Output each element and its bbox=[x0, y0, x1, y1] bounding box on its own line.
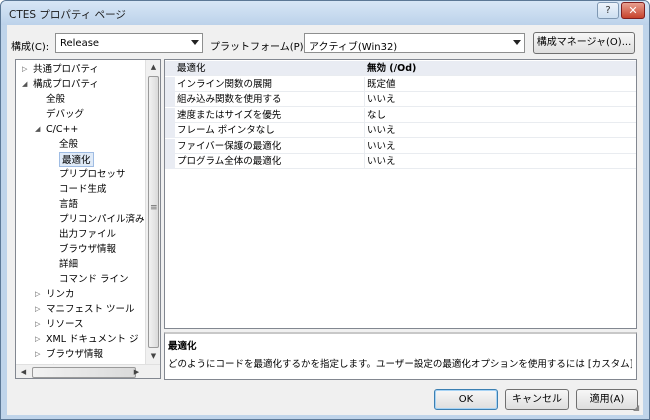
row-gutter bbox=[165, 76, 175, 92]
dialog-client-area: 構成(C): Release プラットフォーム(P): アクティブ(Win32)… bbox=[7, 25, 643, 415]
tree-expander-icon[interactable]: ▷ bbox=[35, 335, 40, 343]
apply-button[interactable]: 適用(A) bbox=[576, 389, 638, 410]
tree-item[interactable]: C/C++ bbox=[46, 122, 78, 137]
tree-item[interactable]: XML ドキュメント ジ bbox=[46, 332, 139, 347]
column-divider[interactable] bbox=[364, 61, 365, 76]
column-divider[interactable] bbox=[364, 138, 365, 154]
scroll-left-icon[interactable]: ◀ bbox=[16, 365, 31, 378]
tree-expander-icon[interactable]: ◢ bbox=[35, 125, 40, 133]
row-gutter bbox=[165, 154, 175, 169]
tree-item[interactable]: デバッグ bbox=[46, 107, 84, 122]
scroll-up-icon[interactable]: ▲ bbox=[146, 60, 160, 75]
window-title: CTES プロパティ ページ bbox=[9, 9, 126, 21]
tree-item[interactable]: リンカ bbox=[46, 287, 75, 302]
tree-item[interactable]: プリコンパイル済み bbox=[59, 212, 145, 227]
tree-item[interactable]: 構成プロパティ bbox=[33, 77, 99, 92]
property-row[interactable]: 最適化 無効 (/Od) bbox=[165, 61, 636, 76]
platform-select[interactable]: アクティブ(Win32) bbox=[304, 33, 525, 53]
tree-item[interactable]: ブラウザ情報 bbox=[46, 347, 103, 362]
tree-item[interactable]: 詳細 bbox=[59, 257, 78, 272]
cancel-button[interactable]: キャンセル bbox=[505, 389, 569, 410]
configuration-select-value: Release bbox=[60, 38, 100, 49]
property-name: 組み込み関数を使用する bbox=[177, 94, 282, 105]
property-value[interactable]: いいえ bbox=[367, 139, 396, 154]
tree-vertical-scrollbar[interactable]: ▲ ≡ ▼ bbox=[145, 60, 160, 364]
tree-item[interactable]: マニフェスト ツール bbox=[46, 302, 135, 317]
column-divider[interactable] bbox=[364, 154, 365, 169]
tree-item[interactable]: ブラウザ情報 bbox=[59, 242, 116, 257]
tree-item[interactable]: コマンド ライン bbox=[59, 272, 129, 287]
row-gutter bbox=[165, 61, 175, 76]
row-gutter bbox=[165, 138, 175, 154]
platform-label: プラットフォーム(P): bbox=[210, 42, 307, 53]
tree-item[interactable]: コード生成 bbox=[59, 182, 107, 197]
resize-grip-icon[interactable]: ◢ bbox=[633, 403, 639, 412]
property-value[interactable]: いいえ bbox=[367, 123, 396, 138]
tree-expander-icon[interactable]: ▷ bbox=[35, 320, 40, 328]
property-name: インライン関数の展開 bbox=[177, 78, 273, 90]
column-divider[interactable] bbox=[364, 123, 365, 138]
tree-expander-icon[interactable]: ▷ bbox=[35, 305, 40, 313]
tree-item[interactable]: プリプロセッサ bbox=[59, 167, 126, 182]
property-grid[interactable]: 最適化 無効 (/Od) インライン関数の展開 既定値 組み込み関数を使用する いいえ 速度… bbox=[164, 59, 637, 329]
platform-select-value: アクティブ(Win32) bbox=[309, 42, 398, 53]
tree-item[interactable]: リソース bbox=[46, 317, 84, 332]
tree-item[interactable]: 出力ファイル bbox=[59, 227, 116, 242]
description-title: 最適化 bbox=[168, 341, 197, 352]
column-divider[interactable] bbox=[364, 92, 365, 107]
property-row[interactable]: インライン関数の展開 既定値 bbox=[165, 76, 636, 92]
tree-expander-icon[interactable]: ▷ bbox=[35, 290, 40, 298]
description-text: どのようにコードを最適化するかを指定します。ユーザー設定の最適化オプションを使用… bbox=[168, 359, 632, 370]
property-name: 最適化 bbox=[177, 63, 206, 74]
tree-item[interactable]: 全般 bbox=[46, 92, 65, 107]
column-divider[interactable] bbox=[364, 107, 365, 123]
grip-icon: ≡ bbox=[150, 203, 158, 213]
property-row[interactable]: フレーム ポインタなし いいえ bbox=[165, 123, 636, 138]
property-value[interactable]: いいえ bbox=[367, 154, 396, 169]
tree-horizontal-scrollbar[interactable]: ◀ ▶ bbox=[16, 364, 160, 378]
tree-expander-icon[interactable]: ▷ bbox=[22, 65, 27, 73]
property-row[interactable]: ファイバー保護の最適化 いいえ bbox=[165, 138, 636, 154]
dialog-window: CTES プロパティ ページ ? ✕ 構成(C): Release プラットフォ… bbox=[0, 0, 650, 420]
tree-scroll-thumb[interactable]: ≡ bbox=[148, 76, 159, 348]
chevron-down-icon bbox=[513, 40, 521, 45]
property-name: フレーム ポインタなし bbox=[177, 125, 275, 136]
property-row[interactable]: 速度またはサイズを優先 なし bbox=[165, 107, 636, 123]
configuration-label: 構成(C): bbox=[11, 42, 50, 53]
column-divider[interactable] bbox=[364, 76, 365, 92]
tree-expander-icon[interactable]: ◢ bbox=[22, 80, 27, 88]
row-gutter bbox=[165, 107, 175, 123]
scroll-down-icon[interactable]: ▼ bbox=[146, 349, 160, 364]
row-gutter bbox=[165, 123, 175, 138]
configuration-select[interactable]: Release bbox=[55, 33, 203, 53]
scroll-right-icon[interactable]: ▶ bbox=[129, 365, 144, 378]
description-pane: 最適化 どのようにコードを最適化するかを指定します。ユーザー設定の最適化オプショ… bbox=[164, 332, 637, 380]
tree-item[interactable]: 全般 bbox=[59, 137, 78, 152]
property-value[interactable]: 既定値 bbox=[367, 77, 396, 92]
property-name: ファイバー保護の最適化 bbox=[177, 140, 282, 152]
property-row[interactable]: プログラム全体の最適化 いいえ bbox=[165, 154, 636, 169]
tree-expander-icon[interactable]: ▷ bbox=[35, 350, 40, 358]
chevron-down-icon bbox=[191, 40, 199, 45]
close-button[interactable]: ✕ bbox=[621, 2, 645, 19]
help-button[interactable]: ? bbox=[597, 2, 619, 19]
property-name: プログラム全体の最適化 bbox=[177, 156, 282, 167]
property-value[interactable]: 無効 (/Od) bbox=[367, 61, 416, 76]
configuration-manager-button[interactable]: 構成マネージャ(O)... bbox=[533, 32, 635, 54]
property-value[interactable]: なし bbox=[367, 108, 386, 123]
tree-hscroll-thumb[interactable] bbox=[32, 367, 136, 378]
property-row[interactable]: 組み込み関数を使用する いいえ bbox=[165, 92, 636, 107]
property-name: 速度またはサイズを優先 bbox=[177, 109, 282, 121]
tree-item[interactable]: 言語 bbox=[59, 197, 78, 212]
tree-item[interactable]: 共通プロパティ bbox=[33, 62, 99, 77]
tree-item[interactable]: 最適化 bbox=[59, 152, 94, 167]
property-tree[interactable]: ▷ 共通プロパティ ◢ 構成プロパティ 全般 デバッグ ◢ C/C++ 全般 最適化 プリプロセッサ… bbox=[15, 59, 161, 379]
row-gutter bbox=[165, 92, 175, 107]
property-value[interactable]: いいえ bbox=[367, 92, 396, 107]
title-bar[interactable]: CTES プロパティ ページ ? ✕ bbox=[1, 1, 649, 25]
ok-button[interactable]: OK bbox=[434, 389, 498, 410]
